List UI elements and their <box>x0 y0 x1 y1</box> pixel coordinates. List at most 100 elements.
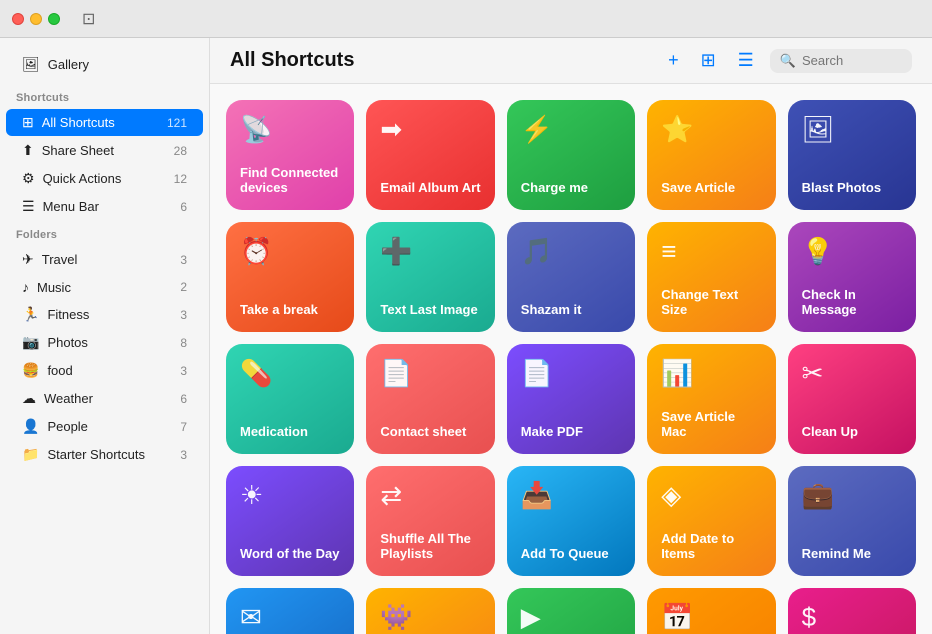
sidebar: 🖼 Gallery Shortcuts⊞All Shortcuts121⬆Sha… <box>0 38 210 634</box>
photos-count: 8 <box>180 336 187 350</box>
close-button[interactable] <box>12 13 24 25</box>
blast-photos-icon: 🖼 <box>802 114 902 145</box>
save-article-mac-icon: 📊 <box>661 358 761 389</box>
shortcut-card-gas-on-this-street[interactable]: 👾Gas On This Street <box>366 588 494 634</box>
shortcut-card-clean-up[interactable]: ✂Clean Up <box>788 344 916 454</box>
search-box: 🔍 <box>770 49 912 73</box>
shortcut-card-save-article[interactable]: ⭐ Save Article <box>647 100 775 210</box>
add-to-queue-icon: 📥 <box>521 480 621 511</box>
music-icon: ♪ <box>22 279 29 295</box>
sidebar-section-label: Folders <box>0 221 209 245</box>
food-label: food <box>47 363 172 378</box>
shortcut-card-email-myself[interactable]: ✉Email Myself <box>226 588 354 634</box>
email-album-art-label: Email Album Art <box>380 180 480 196</box>
title-bar: ⊡ <box>0 0 932 38</box>
sidebar-item-quick-actions[interactable]: ⚙Quick Actions12 <box>6 165 203 192</box>
people-count: 7 <box>180 420 187 434</box>
contact-sheet-icon: 📄 <box>380 358 480 389</box>
shortcut-card-email-album-art[interactable]: ➡ Email Album Art <box>366 100 494 210</box>
shortcut-card-calculate-tip[interactable]: $Calculate Tip <box>788 588 916 634</box>
grid-view-button[interactable]: ⊞ <box>695 48 722 73</box>
blast-photos-label: Blast Photos <box>802 180 902 196</box>
shortcut-card-add-date-to-items[interactable]: ◈ Add Date to Items <box>647 466 775 576</box>
email-album-art-icon: ➡ <box>380 114 480 145</box>
photos-label: Photos <box>47 335 172 350</box>
save-article-label: Save Article <box>661 180 761 196</box>
how-many-days-until-icon: 📅 <box>661 602 761 633</box>
shortcut-card-change-text-size[interactable]: ≡Change Text Size <box>647 222 775 332</box>
shortcut-card-word-of-the-day[interactable]: ☀Word of the Day <box>226 466 354 576</box>
sidebar-item-starter-shortcuts[interactable]: 📁Starter Shortcuts3 <box>6 441 203 468</box>
search-icon: 🔍 <box>780 53 796 69</box>
take-a-break-label: Take a break <box>240 302 340 318</box>
remind-me-label: Remind Me <box>802 546 902 562</box>
shortcut-card-charge-me[interactable]: ⚡ Charge me <box>507 100 635 210</box>
weather-count: 6 <box>180 392 187 406</box>
food-count: 3 <box>180 364 187 378</box>
menu-bar-count: 6 <box>180 200 187 214</box>
shortcut-card-check-in-message[interactable]: 💡Check In Message <box>788 222 916 332</box>
sidebar-item-fitness[interactable]: 🏃Fitness3 <box>6 301 203 328</box>
quick-actions-label: Quick Actions <box>43 171 166 186</box>
shortcut-card-add-to-queue[interactable]: 📥 Add To Queue <box>507 466 635 576</box>
email-myself-icon: ✉ <box>240 602 340 633</box>
sidebar-item-all-shortcuts[interactable]: ⊞All Shortcuts121 <box>6 109 203 136</box>
add-date-to-items-icon: ◈ <box>661 480 761 511</box>
shortcut-card-blast-photos[interactable]: 🖼 Blast Photos <box>788 100 916 210</box>
traffic-lights <box>12 13 60 25</box>
share-sheet-icon: ⬆ <box>22 142 34 159</box>
page-title: All Shortcuts <box>230 49 662 72</box>
find-connected-devices-label: Find Connected devices <box>240 165 340 196</box>
all-shortcuts-label: All Shortcuts <box>42 115 159 130</box>
starter-shortcuts-count: 3 <box>180 448 187 462</box>
make-pdf-icon: 📄 <box>521 358 621 389</box>
sidebar-item-music[interactable]: ♪Music2 <box>6 274 203 300</box>
add-to-queue-label: Add To Queue <box>521 546 621 562</box>
shazam-it-label: Shazam it <box>521 302 621 318</box>
minimize-button[interactable] <box>30 13 42 25</box>
starter-shortcuts-icon: 📁 <box>22 446 39 463</box>
sidebar-item-food[interactable]: 🍔food3 <box>6 357 203 384</box>
clean-up-label: Clean Up <box>802 424 902 440</box>
shortcut-card-save-article-mac[interactable]: 📊 Save Article Mac <box>647 344 775 454</box>
maximize-button[interactable] <box>48 13 60 25</box>
sidebar-toggle-button[interactable]: ⊡ <box>76 7 101 31</box>
sidebar-item-gallery[interactable]: 🖼 Gallery <box>6 51 203 78</box>
shortcut-card-shazam-it[interactable]: 🎵Shazam it <box>507 222 635 332</box>
add-button[interactable]: + <box>662 48 685 73</box>
music-count: 2 <box>180 280 187 294</box>
travel-icon: ✈ <box>22 251 34 268</box>
sidebar-item-weather[interactable]: ☁Weather6 <box>6 385 203 412</box>
save-article-icon: ⭐ <box>661 114 761 145</box>
share-sheet-count: 28 <box>174 144 187 158</box>
sidebar-item-photos[interactable]: 📷 Photos 8 <box>6 329 203 356</box>
sidebar-item-travel[interactable]: ✈Travel3 <box>6 246 203 273</box>
sidebar-item-share-sheet[interactable]: ⬆ Share Sheet 28 <box>6 137 203 164</box>
save-article-mac-label: Save Article Mac <box>661 409 761 440</box>
shortcut-card-contact-sheet[interactable]: 📄Contact sheet <box>366 344 494 454</box>
search-input[interactable] <box>802 53 902 68</box>
share-sheet-label: Share Sheet <box>42 143 166 158</box>
sidebar-item-people[interactable]: 👤People7 <box>6 413 203 440</box>
shortcut-card-take-a-break[interactable]: ⏰Take a break <box>226 222 354 332</box>
shortcut-card-sort-lines[interactable]: ▶Sort Lines <box>507 588 635 634</box>
sidebar-sections: Shortcuts⊞All Shortcuts121⬆Share Sheet28… <box>0 84 209 468</box>
shortcut-card-shuffle-all-the-playlists[interactable]: ⇄Shuffle All The Playlists <box>366 466 494 576</box>
charge-me-label: Charge me <box>521 180 621 196</box>
photos-icon: 📷 <box>22 334 39 351</box>
shortcut-card-remind-me[interactable]: 💼Remind Me <box>788 466 916 576</box>
add-date-to-items-label: Add Date to Items <box>661 531 761 562</box>
all-shortcuts-icon: ⊞ <box>22 114 34 131</box>
shortcut-card-how-many-days-until[interactable]: 📅How Many Days Until <box>647 588 775 634</box>
fitness-label: Fitness <box>47 307 172 322</box>
shortcut-card-medication[interactable]: 💊Medication <box>226 344 354 454</box>
check-in-message-icon: 💡 <box>802 236 902 267</box>
shortcut-card-make-pdf[interactable]: 📄Make PDF <box>507 344 635 454</box>
sidebar-item-menu-bar[interactable]: ☰Menu Bar6 <box>6 193 203 220</box>
sidebar-section-label: Shortcuts <box>0 84 209 108</box>
shortcut-card-text-last-image[interactable]: ➕Text Last Image <box>366 222 494 332</box>
list-view-button[interactable]: ☰ <box>732 48 760 73</box>
menu-bar-icon: ☰ <box>22 198 35 215</box>
shortcut-card-find-connected-devices[interactable]: 📡Find Connected devices <box>226 100 354 210</box>
charge-me-icon: ⚡ <box>521 114 621 145</box>
